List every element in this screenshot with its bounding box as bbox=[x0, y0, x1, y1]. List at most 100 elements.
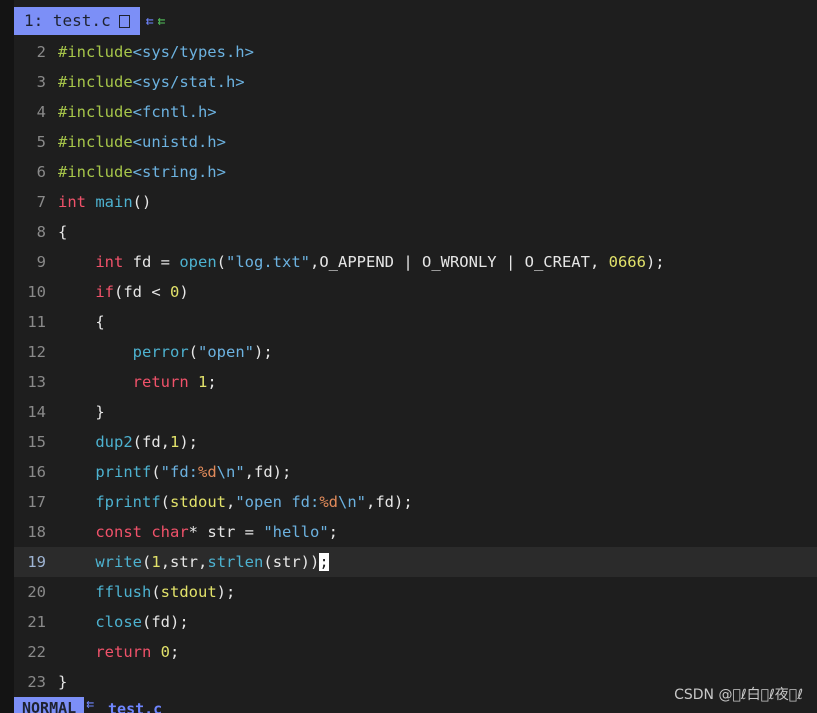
code-line[interactable]: 11 { bbox=[14, 307, 817, 337]
code-text: #include<fcntl.h> bbox=[58, 97, 217, 127]
code-text: int main() bbox=[58, 187, 151, 217]
code-token: (fd < bbox=[114, 283, 170, 301]
code-token: ; bbox=[207, 373, 217, 391]
tab-label: 1: test.c bbox=[24, 11, 111, 30]
code-token: <fcntl.h> bbox=[132, 103, 217, 121]
code-editor[interactable]: 2 #include<sys/types.h> 3 #include<sys/stat… bbox=[14, 37, 817, 697]
code-token: ; bbox=[170, 643, 180, 661]
code-text: return 0; bbox=[58, 637, 179, 667]
code-line[interactable]: 22 return 0; bbox=[14, 637, 817, 667]
code-line[interactable]: 9 int fd = open("log.txt",O_APPEND | O_W… bbox=[14, 247, 817, 277]
code-token: 0 bbox=[160, 643, 171, 661]
code-line[interactable]: 3 #include<sys/stat.h> bbox=[14, 67, 817, 97]
code-text: int fd = open("log.txt",O_APPEND | O_WRO… bbox=[58, 247, 665, 277]
code-token: fprintf bbox=[95, 493, 161, 511]
code-token: write bbox=[95, 553, 142, 571]
code-token: printf bbox=[95, 463, 152, 481]
code-line[interactable]: 16 printf("fd:%d\n",fd); bbox=[14, 457, 817, 487]
left-margin-strip bbox=[0, 0, 14, 713]
code-token: %d bbox=[198, 463, 217, 481]
line-number: 22 bbox=[27, 643, 46, 661]
line-number: 9 bbox=[36, 253, 46, 271]
code-token: close bbox=[95, 613, 142, 631]
code-token: ,O_APPEND | O_WRONLY | O_CREAT, bbox=[310, 253, 609, 271]
code-line[interactable]: 7 int main() bbox=[14, 187, 817, 217]
code-token: (str)) bbox=[263, 553, 320, 571]
code-text: return 1; bbox=[58, 367, 217, 397]
line-number: 23 bbox=[27, 673, 46, 691]
code-token: #include bbox=[58, 163, 133, 181]
code-line[interactable]: 2 #include<sys/types.h> bbox=[14, 37, 817, 67]
code-token: ( bbox=[151, 583, 161, 601]
code-token: "open fd: bbox=[235, 493, 320, 511]
separator-arrow-icon: ⇇ bbox=[145, 13, 154, 29]
code-line[interactable]: 8{ bbox=[14, 217, 817, 247]
code-text: if(fd < 0) bbox=[58, 277, 189, 307]
cursor-char: ; bbox=[319, 553, 329, 571]
code-line[interactable]: 4 #include<fcntl.h> bbox=[14, 97, 817, 127]
code-token: fflush bbox=[95, 583, 152, 601]
code-line[interactable]: 17 fprintf(stdout,"open fd:%d\n",fd); bbox=[14, 487, 817, 517]
line-number: 3 bbox=[36, 73, 46, 91]
code-text: printf("fd:%d\n",fd); bbox=[58, 457, 291, 487]
code-token: strlen bbox=[207, 553, 264, 571]
code-text: { bbox=[58, 307, 104, 337]
code-token: #include bbox=[58, 133, 133, 151]
separator-arrow-icon: ⇇ bbox=[157, 13, 166, 29]
code-line[interactable]: 14 } bbox=[14, 397, 817, 427]
code-token: <string.h> bbox=[132, 163, 226, 181]
line-number: 2 bbox=[36, 43, 46, 61]
code-token: 0 bbox=[170, 283, 180, 301]
code-line[interactable]: 12 perror("open"); bbox=[14, 337, 817, 367]
code-token: ); bbox=[254, 343, 273, 361]
vim-window: 1: test.c ⇇ ⇇ 2 #include<sys/types.h> 3 #in… bbox=[0, 0, 817, 713]
code-token: dup2 bbox=[95, 433, 133, 451]
code-token: if bbox=[95, 283, 114, 301]
code-line[interactable]: 15 dup2(fd,1); bbox=[14, 427, 817, 457]
code-line[interactable]: 10 if(fd < 0) bbox=[14, 277, 817, 307]
code-token: { bbox=[58, 223, 68, 241]
code-token: \n" bbox=[216, 463, 245, 481]
code-token: #include bbox=[58, 103, 133, 121]
code-token: 1 bbox=[198, 373, 208, 391]
code-token: ( bbox=[142, 553, 152, 571]
code-token: ( bbox=[151, 463, 161, 481]
line-number: 8 bbox=[36, 223, 46, 241]
tab-test-c[interactable]: 1: test.c bbox=[14, 7, 140, 35]
code-line[interactable]: 21 close(fd); bbox=[14, 607, 817, 637]
code-token: 0666 bbox=[608, 253, 646, 271]
code-line[interactable]: 18 const char* str = "hello"; bbox=[14, 517, 817, 547]
code-token: perror bbox=[132, 343, 189, 361]
code-text: write(1,str,strlen(str)); bbox=[58, 547, 329, 577]
code-text: #include<string.h> bbox=[58, 157, 226, 187]
code-token: ); bbox=[216, 583, 236, 601]
code-line[interactable]: 20 fflush(stdout); bbox=[14, 577, 817, 607]
code-token: ,fd); bbox=[244, 463, 292, 481]
code-token: ( bbox=[188, 343, 198, 361]
code-token: <sys/stat.h> bbox=[132, 73, 245, 91]
code-text: fprintf(stdout,"open fd:%d\n",fd); bbox=[58, 487, 412, 517]
code-token: ); bbox=[645, 253, 665, 271]
code-line[interactable]: 6 #include<string.h> bbox=[14, 157, 817, 187]
code-line[interactable]: 5 #include<unistd.h> bbox=[14, 127, 817, 157]
line-number: 14 bbox=[27, 403, 46, 421]
code-token: (fd); bbox=[142, 613, 189, 631]
code-token: stdout bbox=[160, 583, 217, 601]
code-token: ) bbox=[179, 283, 189, 301]
code-token: "open" bbox=[198, 343, 254, 361]
code-line[interactable]: 13 return 1; bbox=[14, 367, 817, 397]
current-code-line[interactable]: 19 write(1,str,strlen(str)); bbox=[14, 547, 817, 577]
code-token: ( bbox=[216, 253, 226, 271]
code-text: fflush(stdout); bbox=[58, 577, 235, 607]
code-token: return bbox=[95, 643, 152, 661]
